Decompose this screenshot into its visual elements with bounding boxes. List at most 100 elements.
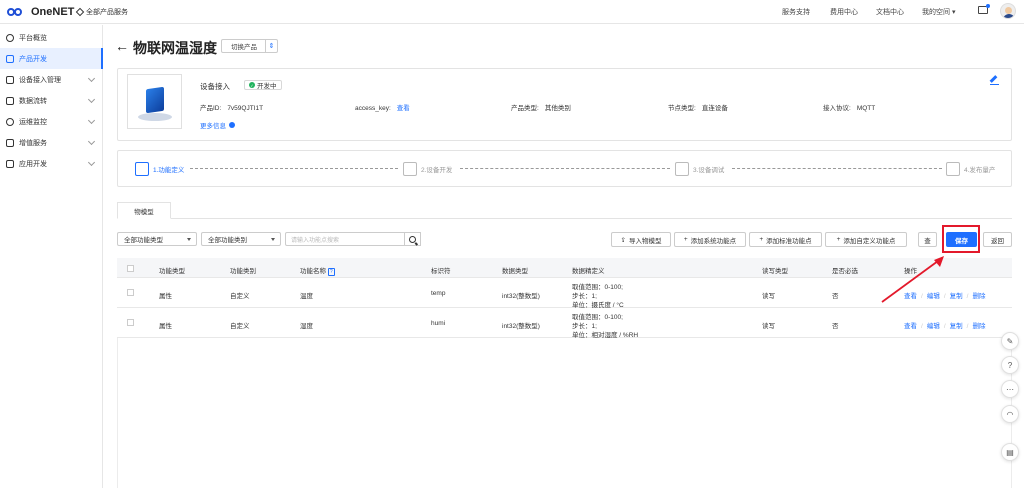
sidebar-item-product-dev[interactable]: 产品开发	[0, 48, 103, 69]
top-navbar	[0, 0, 1024, 24]
tab-thing-model[interactable]: 物模型	[117, 202, 171, 219]
cell-type: 属性	[159, 323, 172, 330]
collapse-panel-icon[interactable]: ▤	[1001, 443, 1019, 461]
cell-name: 湿度	[300, 323, 313, 330]
sidebar-item-label: 数据流转	[19, 97, 47, 105]
search-input[interactable]: 请输入功能点搜索	[285, 232, 405, 246]
sidebar-item-label: 运维监控	[19, 118, 47, 126]
back-button[interactable]: 返回	[983, 232, 1012, 247]
caret-down-icon: ▾	[951, 9, 956, 16]
brand-name: OneNET	[31, 6, 75, 18]
release-icon	[946, 162, 960, 176]
function-category-select[interactable]: 全部功能类别	[201, 232, 281, 246]
switch-arrows-icon: ⇕	[265, 40, 277, 52]
rocket-icon	[6, 138, 14, 147]
plus-icon: +	[836, 236, 841, 243]
cell-identifier: humi	[431, 320, 446, 327]
delete-link[interactable]: 删除	[972, 293, 985, 300]
nav-billing-center[interactable]: 费用中心	[830, 7, 858, 17]
col-header-category: 功能类别	[230, 268, 256, 275]
feedback-edit-icon[interactable]: ✎	[1001, 332, 1019, 350]
row-checkbox[interactable]	[127, 319, 134, 326]
cell-required: 否	[832, 323, 839, 330]
back-arrow-icon[interactable]: ←	[115, 38, 129, 54]
step-label: 3.设备调试	[693, 167, 725, 174]
add-standard-function-button[interactable]: + 添加标准功能点	[749, 232, 822, 247]
add-custom-function-button[interactable]: + 添加自定义功能点	[825, 232, 907, 247]
view-access-key-link[interactable]: 查看	[397, 105, 410, 112]
chip-icon	[403, 162, 417, 176]
info-icon[interactable]: ?	[327, 268, 335, 276]
debug-icon	[675, 162, 689, 176]
plus-icon: +	[683, 236, 688, 243]
function-type-select[interactable]: 全部功能类型	[117, 232, 197, 246]
product-type-value: 其他类别	[544, 105, 571, 112]
nav-my-space[interactable]: 我的空间 ▾	[922, 7, 955, 17]
access-key-label: access_key:	[355, 105, 391, 112]
more-info-link[interactable]: 更多信息	[200, 120, 235, 130]
search-icon	[409, 235, 416, 243]
cell-data-type: int32(整数型)	[502, 323, 540, 330]
edit-link[interactable]: 编辑	[927, 323, 940, 330]
sidebar-item-ops-monitor[interactable]: 运维监控	[0, 111, 103, 132]
step-develop[interactable]: 2.设备开发	[403, 162, 452, 176]
copy-link[interactable]: 复制	[950, 323, 963, 330]
step-label: 4.发布量产	[964, 167, 996, 174]
nav-doc-center[interactable]: 文档中心	[876, 7, 904, 17]
caret-down-icon	[187, 238, 191, 241]
copy-link[interactable]: 复制	[950, 293, 963, 300]
sidebar-item-overview[interactable]: 平台概览	[0, 27, 103, 48]
all-services-menu[interactable]: 全部产品服务	[75, 7, 128, 17]
delete-link[interactable]: 删除	[972, 323, 985, 330]
node-type-value: 直连设备	[701, 105, 728, 112]
col-header-type: 功能类型	[159, 268, 185, 275]
chat-icon[interactable]: ⋯	[1001, 380, 1019, 398]
headset-icon[interactable]: ◠	[1001, 405, 1019, 423]
step-debug[interactable]: 3.设备调试	[675, 162, 724, 176]
select-all-checkbox[interactable]	[127, 265, 134, 272]
onenet-logo[interactable]: OneNET	[7, 6, 74, 18]
search-button[interactable]	[405, 232, 421, 246]
nav-service-support[interactable]: 服务支持	[782, 7, 810, 17]
switch-product-label: 切换产品	[231, 44, 257, 51]
product-id-label: 产品ID:	[200, 105, 222, 112]
step-label: 2.设备开发	[421, 167, 453, 174]
view-link[interactable]: 查看	[904, 323, 917, 330]
product-type-label: 产品类型:	[511, 105, 539, 112]
device-access-label: 设备接入	[200, 82, 230, 91]
tab-divider	[117, 218, 1012, 219]
step-connector	[732, 168, 942, 169]
switch-product-button[interactable]: 切换产品 ⇕	[221, 39, 278, 53]
sidebar-item-device-access[interactable]: 设备接入管理	[0, 69, 103, 90]
edit-icon[interactable]	[990, 76, 999, 85]
import-model-button[interactable]: ⇪ 导入物模型	[611, 232, 671, 247]
avatar[interactable]	[1000, 3, 1016, 19]
product-type-field: 产品类型: 其他类别	[511, 102, 571, 112]
info-dot-icon	[229, 122, 235, 128]
select-value: 全部功能类型	[124, 237, 163, 244]
button-label: 导入物模型	[628, 237, 662, 245]
caret-down-icon	[271, 238, 275, 241]
product-id-value: 7v59QJTI1T	[227, 105, 264, 112]
sidebar-item-label: 平台概览	[19, 34, 47, 42]
sidebar-item-value-added[interactable]: 增值服务	[0, 132, 103, 153]
chevron-down-icon	[87, 74, 96, 83]
help-icon[interactable]: ?	[1001, 356, 1019, 374]
cell-name: 温度	[300, 293, 313, 300]
step-release[interactable]: 4.发布量产	[946, 162, 995, 176]
row-checkbox[interactable]	[127, 289, 134, 296]
add-system-function-button[interactable]: + 添加系统功能点	[674, 232, 746, 247]
chevron-down-icon	[87, 95, 96, 104]
table-empty-area	[117, 338, 1012, 488]
cell-data-type: int32(整数型)	[502, 293, 540, 300]
button-label: 添加系统功能点	[690, 237, 737, 245]
col-header-name: 功能名称 ?	[300, 265, 335, 276]
cell-required: 否	[832, 293, 839, 300]
device-icon	[6, 75, 14, 84]
sidebar-item-app-dev[interactable]: 应用开发	[0, 153, 103, 174]
protocol-value: MQTT	[856, 105, 876, 112]
product-image	[127, 74, 182, 129]
sidebar-item-data-flow[interactable]: 数据流转	[0, 90, 103, 111]
step-define[interactable]: 1.功能定义	[135, 162, 184, 176]
view-button[interactable]: 查	[918, 232, 937, 247]
